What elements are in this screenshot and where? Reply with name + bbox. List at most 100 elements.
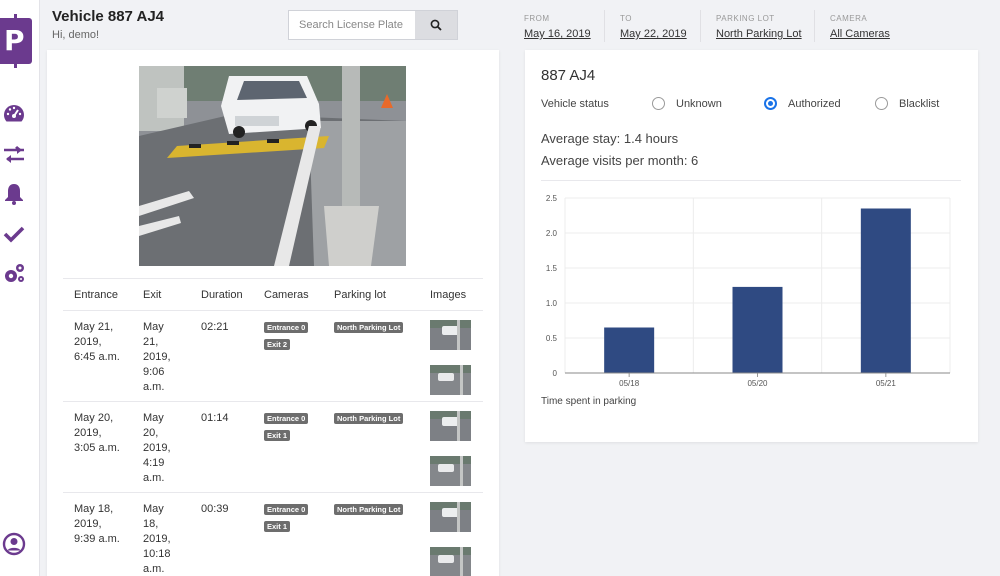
camera-badge: Exit 1 — [264, 521, 291, 532]
entrance-image-thumbnail[interactable] — [430, 502, 471, 532]
cameras-cell: Entrance 0 Exit 2 — [254, 311, 324, 401]
y-tick-label: 2.5 — [546, 194, 558, 203]
column-header-duration: Duration — [201, 288, 243, 301]
exit-line: 10:18 — [143, 548, 171, 560]
search-button[interactable] — [415, 11, 457, 39]
page-title: Vehicle 887 AJ4 — [52, 8, 165, 25]
checkmark-icon[interactable] — [2, 222, 26, 246]
filter-divider — [814, 10, 815, 42]
filter-camera: CAMERA All Cameras — [830, 14, 890, 40]
filter-to-label: TO — [620, 14, 632, 23]
filter-parking-lot-value[interactable]: North Parking Lot — [716, 28, 802, 40]
camera-badge: Exit 2 — [264, 339, 291, 350]
exit-line: 2019, — [143, 533, 171, 545]
exit-line: 21, — [143, 336, 159, 348]
column-header-parking-lot: Parking lot — [334, 288, 386, 301]
status-radio-unknown[interactable]: Unknown — [652, 97, 722, 110]
radio-blacklist-dot — [875, 97, 888, 110]
app-logo[interactable]: P — [0, 14, 32, 68]
entrance-image-thumbnail[interactable] — [430, 411, 471, 441]
exit-line: a.m. — [143, 472, 165, 484]
entrance-cell: May 21, 2019, 6:45 a.m. — [63, 311, 133, 401]
camera-badge: Exit 1 — [264, 430, 291, 441]
column-header-cameras: Cameras — [264, 288, 309, 301]
parking-lot-cell: North Parking Lot — [324, 311, 420, 401]
search-icon — [430, 19, 442, 31]
y-tick-label: 2.0 — [546, 229, 558, 238]
filter-from-value[interactable]: May 16, 2019 — [524, 28, 591, 40]
cameras-cell: Entrance 0 Exit 1 — [254, 493, 324, 576]
entrance-line: 2019, — [74, 336, 102, 348]
average-visits: Average visits per month: 6 — [541, 153, 699, 168]
entrance-line: May 21, — [74, 321, 114, 333]
greeting: Hi, demo! — [52, 29, 100, 41]
exit-image-thumbnail[interactable] — [430, 547, 471, 576]
y-tick-label: 1.5 — [546, 264, 558, 273]
filter-from: FROM May 16, 2019 — [524, 14, 591, 40]
entrance-cell: May 20, 2019, 3:05 a.m. — [63, 402, 133, 492]
exit-line: May — [143, 321, 164, 333]
radio-unknown-dot — [652, 97, 665, 110]
exit-image-thumbnail[interactable] — [430, 365, 471, 395]
entrance-image-thumbnail[interactable] — [430, 320, 471, 350]
filter-camera-value[interactable]: All Cameras — [830, 28, 890, 40]
exit-line: May — [143, 412, 164, 424]
filter-from-label: FROM — [524, 14, 550, 23]
transfer-arrows-icon[interactable] — [2, 143, 26, 167]
license-plate-search — [288, 10, 458, 40]
exit-image-thumbnail[interactable] — [430, 456, 471, 486]
entrance-line: 2019, — [74, 427, 102, 439]
table-row: May 21, 2019, 6:45 a.m. May 21, 2019, 9:… — [63, 311, 483, 402]
images-cell — [420, 493, 483, 576]
average-stay: Average stay: 1.4 hours — [541, 131, 679, 146]
bar-05-20 — [732, 286, 783, 373]
images-cell — [420, 311, 483, 401]
duration-cell: 01:14 — [201, 412, 229, 424]
x-tick-label: 05/21 — [876, 379, 897, 388]
duration-cell: 00:39 — [201, 503, 229, 515]
exit-line: 4:19 — [143, 457, 165, 469]
y-tick-label: 1.0 — [546, 299, 558, 308]
filter-parking-lot: PARKING LOT North Parking Lot — [716, 14, 802, 40]
radio-unknown-label: Unknown — [676, 97, 722, 110]
exit-line: 9:06 — [143, 366, 165, 378]
status-radio-blacklist[interactable]: Blacklist — [875, 97, 939, 110]
column-header-entrance: Entrance — [74, 288, 119, 301]
parking-history-table: Entrance Exit Duration Cameras Parking l… — [63, 278, 483, 576]
x-tick-label: 05/20 — [747, 379, 768, 388]
exit-cell: May 20, 2019, 4:19 a.m. — [133, 402, 190, 492]
radio-blacklist-label: Blacklist — [899, 97, 940, 110]
dashboard-icon[interactable] — [2, 102, 26, 126]
entrance-line: May 20, — [74, 412, 114, 424]
entrance-line: 3:05 a.m. — [74, 442, 120, 454]
status-radio-authorized[interactable]: Authorized — [764, 97, 841, 110]
logo-letter: P — [4, 24, 25, 57]
entrance-line: 2019, — [74, 518, 102, 530]
exit-line: a.m. — [143, 381, 165, 393]
filter-to-value[interactable]: May 22, 2019 — [620, 28, 687, 40]
exit-line: 2019, — [143, 442, 171, 454]
filter-divider — [604, 10, 605, 42]
y-tick-label: 0.5 — [546, 334, 558, 343]
camera-badge: Entrance 0 — [264, 413, 309, 424]
settings-gears-icon[interactable] — [2, 262, 26, 286]
vehicle-summary-panel: 887 AJ4 Vehicle status Unknown Authorize… — [525, 50, 978, 442]
bar-05-18 — [604, 327, 655, 373]
search-input[interactable] — [289, 11, 415, 39]
filter-camera-label: CAMERA — [830, 14, 868, 23]
exit-cell: May 21, 2019, 9:06 a.m. — [133, 311, 190, 401]
column-header-exit: Exit — [143, 288, 162, 301]
duration-cell: 02:21 — [201, 321, 229, 333]
parking-lot-badge: North Parking Lot — [334, 322, 404, 333]
vehicle-status-label: Vehicle status — [541, 98, 609, 110]
images-cell — [420, 402, 483, 492]
y-tick-label: 0 — [553, 369, 558, 378]
exit-line: 2019, — [143, 351, 171, 363]
bar-05-21 — [860, 208, 911, 373]
table-header: Entrance Exit Duration Cameras Parking l… — [63, 279, 483, 311]
license-plate-heading: 887 AJ4 — [541, 67, 596, 84]
vehicle-history-panel: Entrance Exit Duration Cameras Parking l… — [47, 50, 499, 576]
user-account-icon[interactable] — [2, 532, 26, 556]
exit-line: 20, — [143, 427, 159, 439]
bell-icon[interactable] — [2, 182, 26, 206]
